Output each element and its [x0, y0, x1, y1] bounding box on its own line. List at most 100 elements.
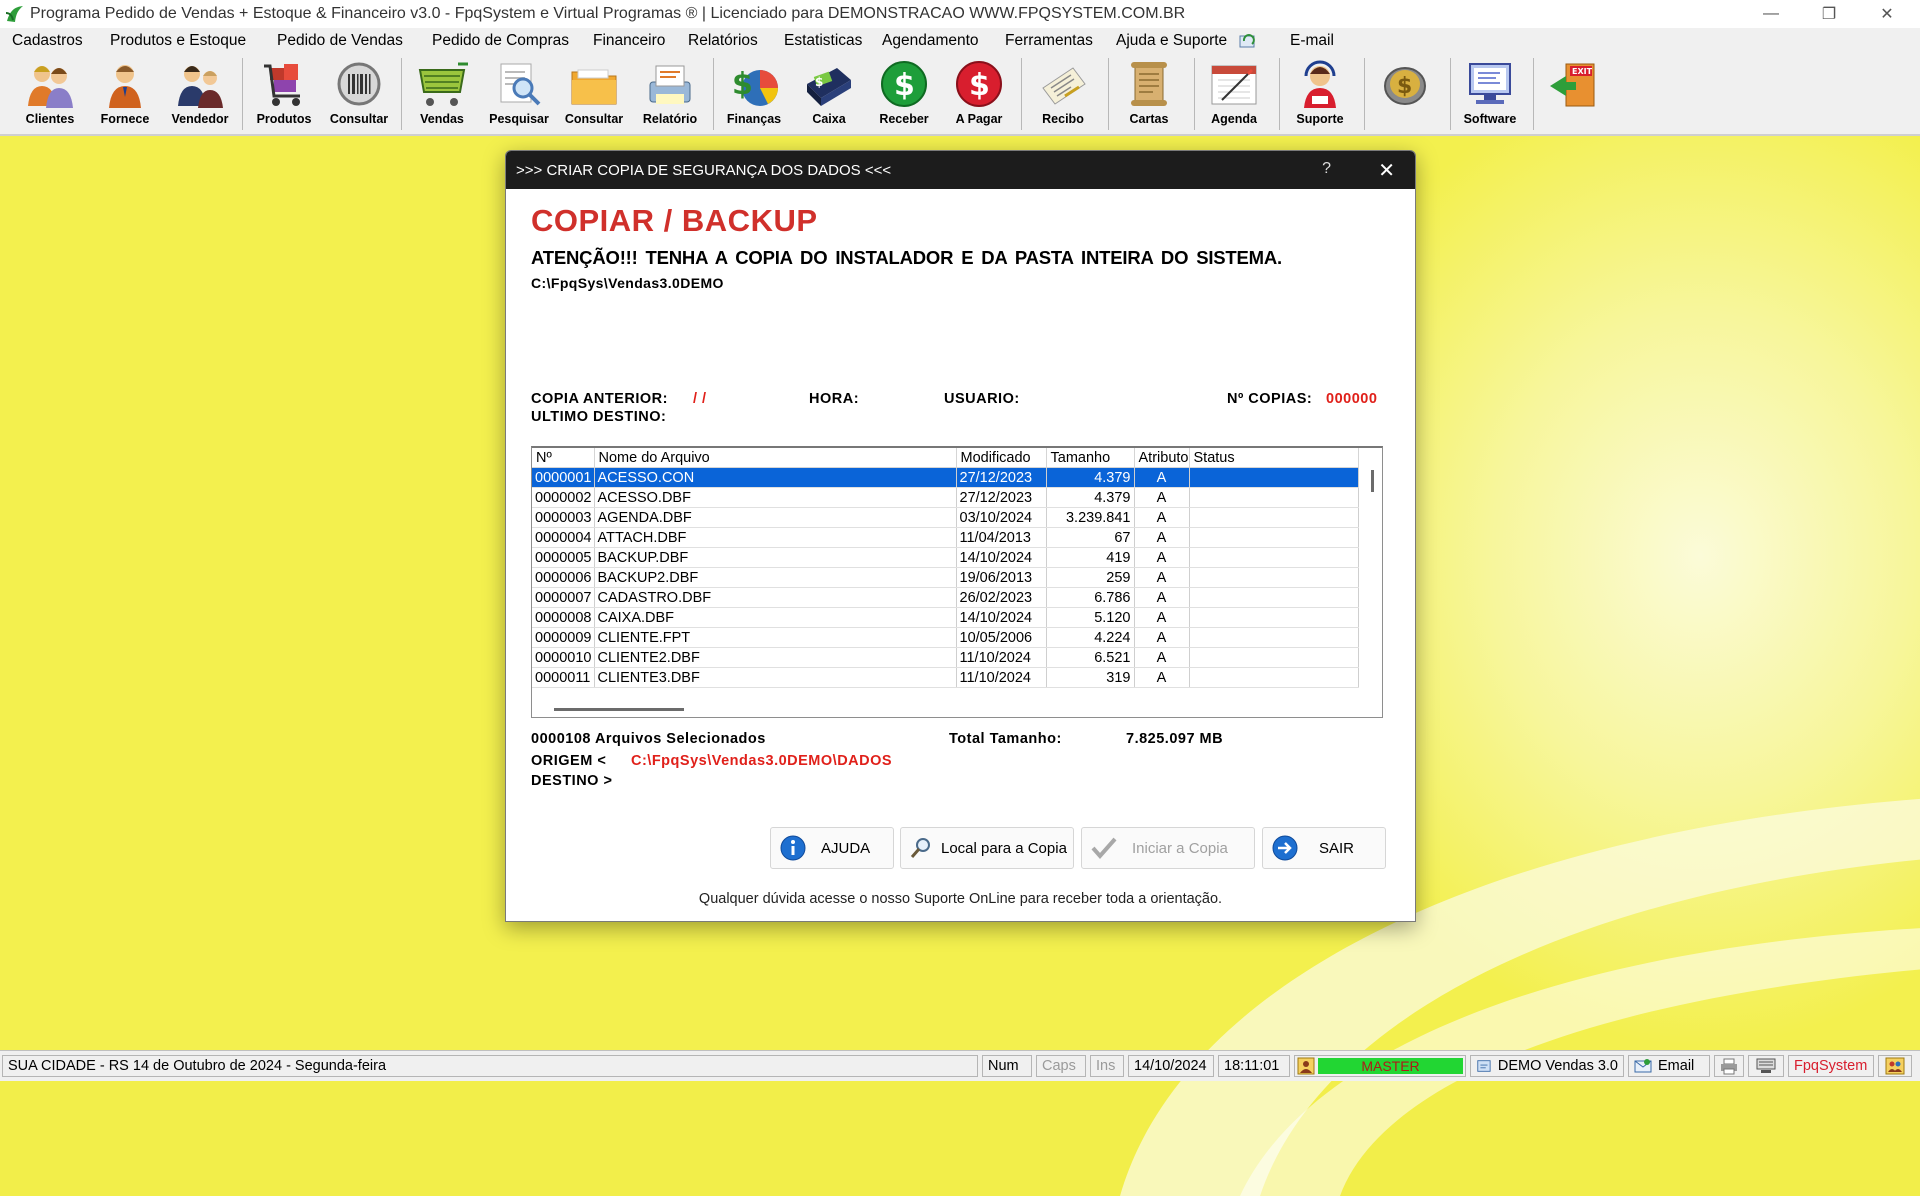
toolbar-pesquisar-button[interactable]: Pesquisar — [481, 58, 557, 132]
toolbar-vendas-button[interactable]: Vendas — [404, 58, 480, 132]
column-header-nome[interactable]: Nome do Arquivo — [594, 448, 957, 468]
vertical-scrollbar-thumb[interactable] — [1371, 470, 1374, 492]
toolbar-a-pagar-button[interactable]: $ A Pagar — [941, 58, 1017, 132]
menu-relatorios[interactable]: Relatórios — [688, 32, 758, 50]
toolbar-consultar-pasta-button[interactable]: Consultar — [556, 58, 632, 132]
toolbar-financas-button[interactable]: $ Finanças — [716, 58, 792, 132]
horizontal-scrollbar-thumb[interactable] — [554, 708, 684, 711]
status-brand: FpqSystem — [1788, 1055, 1874, 1077]
toolbar-separator — [1533, 58, 1534, 130]
toolbar-exit-button[interactable]: EXIT — [1536, 58, 1612, 132]
local-copia-button[interactable]: Local para a Copia — [900, 827, 1074, 869]
toolbar-label: Cartas — [1129, 112, 1169, 126]
menu-ajuda-suporte[interactable]: Ajuda e Suporte — [1116, 32, 1227, 50]
menu-ferramentas[interactable]: Ferramentas — [1005, 32, 1093, 50]
table-row[interactable]: 0000003 AGENDA.DBF 03/10/2024 3.239.841 A — [532, 507, 1359, 528]
cell-modificado: 14/10/2024 — [956, 547, 1047, 568]
restore-button[interactable]: ❐ — [1800, 0, 1858, 28]
toolbar-label: Recibo — [1042, 112, 1084, 126]
column-header-status[interactable]: Status — [1189, 448, 1359, 468]
menu-email[interactable]: E-mail — [1290, 32, 1334, 50]
cell-numero: 0000008 — [532, 607, 595, 628]
cell-atributo: A — [1134, 627, 1190, 648]
status-email-button[interactable]: Email — [1628, 1055, 1710, 1077]
cell-tamanho: 6.521 — [1046, 647, 1135, 668]
arquivos-selecionados: 0000108 Arquivos Selecionados — [531, 731, 766, 747]
table-row[interactable]: 0000007 CADASTRO.DBF 26/02/2023 6.786 A — [532, 587, 1359, 608]
toolbar-recibo-button[interactable]: Recibo — [1025, 58, 1101, 132]
menu-pedido-vendas[interactable]: Pedido de Vendas — [277, 32, 403, 50]
status-print-button[interactable] — [1714, 1055, 1744, 1077]
cell-nome-arquivo: BACKUP2.DBF — [594, 567, 957, 588]
ajuda-button[interactable]: AJUDA — [770, 827, 894, 869]
file-table-body: 0000001 ACESSO.CON 27/12/2023 4.379 A 0000002… — [532, 467, 1359, 688]
dialog-heading: COPIAR / BACKUP — [531, 203, 818, 238]
table-row[interactable]: 0000002 ACESSO.DBF 27/12/2023 4.379 A — [532, 487, 1359, 508]
table-row[interactable]: 0000006 BACKUP2.DBF 19/06/2013 259 A — [532, 567, 1359, 588]
table-row[interactable]: 0000001 ACESSO.CON 27/12/2023 4.379 A — [532, 467, 1359, 488]
toolbar-licenca-button[interactable]: $ — [1367, 58, 1443, 132]
cell-atributo: A — [1134, 527, 1190, 548]
cell-nome-arquivo: CLIENTE2.DBF — [594, 647, 957, 668]
menu-financeiro[interactable]: Financeiro — [593, 32, 665, 50]
program-icon — [1477, 1060, 1491, 1072]
menu-cadastros[interactable]: Cadastros — [12, 32, 83, 50]
cell-status — [1189, 647, 1359, 668]
toolbar-receber-button[interactable]: $ Receber — [866, 58, 942, 132]
toolbar-caixa-button[interactable]: $ Caixa — [791, 58, 867, 132]
toolbar-separator — [1279, 58, 1280, 130]
table-row[interactable]: 0000011 CLIENTE3.DBF 11/10/2024 319 A — [532, 667, 1359, 688]
table-row[interactable]: 0000005 BACKUP.DBF 14/10/2024 419 A — [532, 547, 1359, 568]
keyboard-icon — [1756, 1058, 1776, 1073]
table-row[interactable]: 0000008 CAIXA.DBF 14/10/2024 5.120 A — [532, 607, 1359, 628]
column-header-atributo[interactable]: Atributo — [1134, 448, 1190, 468]
cell-atributo: A — [1134, 547, 1190, 568]
cell-nome-arquivo: ACESSO.CON — [594, 467, 957, 488]
dialog-close-button[interactable]: ✕ — [1378, 158, 1395, 183]
table-row[interactable]: 0000009 CLIENTE.FPT 10/05/2006 4.224 A — [532, 627, 1359, 648]
toolbar-cartas-button[interactable]: Cartas — [1111, 58, 1187, 132]
iniciar-copia-button[interactable]: Iniciar a Copia — [1081, 827, 1255, 869]
menu-produtos-estoque[interactable]: Produtos e Estoque — [110, 32, 246, 50]
toolbar-suporte-button[interactable]: Suporte — [1282, 58, 1358, 132]
toolbar-software-button[interactable]: Software — [1452, 58, 1528, 132]
toolbar-label: Software — [1463, 112, 1517, 126]
sair-button[interactable]: SAIR — [1262, 827, 1386, 869]
toolbar-consultar-button[interactable]: Consultar — [321, 58, 397, 132]
status-version-panel: DEMO Vendas 3.0 — [1470, 1055, 1624, 1077]
toolbar-clientes-button[interactable]: Clientes — [12, 58, 88, 132]
table-row[interactable]: 0000004 ATTACH.DBF 11/04/2013 67 A — [532, 527, 1359, 548]
column-header-tamanho[interactable]: Tamanho — [1046, 448, 1135, 468]
menu-estatisticas[interactable]: Estatisticas — [784, 32, 862, 50]
table-row[interactable]: 0000010 CLIENTE2.DBF 11/10/2024 6.521 A — [532, 647, 1359, 668]
table-header-row: Nº Nome do Arquivo Modificado Tamanho At… — [532, 448, 1359, 468]
status-calculator-button[interactable] — [1748, 1055, 1784, 1077]
toolbar-relatorio-button[interactable]: Relatório — [632, 58, 708, 132]
update-icon[interactable] — [1238, 31, 1258, 51]
toolbar-vendedor-button[interactable]: Vendedor — [162, 58, 238, 132]
menu-pedido-compras[interactable]: Pedido de Compras — [432, 32, 569, 50]
status-users-button[interactable] — [1878, 1055, 1912, 1077]
cell-nome-arquivo: CLIENTE.FPT — [594, 627, 957, 648]
cell-nome-arquivo: BACKUP.DBF — [594, 547, 957, 568]
cell-status — [1189, 467, 1359, 488]
window-close-button[interactable]: ✕ — [1858, 0, 1916, 28]
column-header-numero[interactable]: Nº — [532, 448, 595, 468]
search-doc-icon — [500, 63, 541, 106]
file-table[interactable]: Nº Nome do Arquivo Modificado Tamanho At… — [531, 446, 1383, 718]
toolbar-label: Caixa — [812, 112, 846, 126]
cell-status — [1189, 667, 1359, 688]
supplier-icon — [109, 65, 141, 108]
menu-agendamento[interactable]: Agendamento — [882, 32, 979, 50]
checkmark-icon — [1091, 837, 1117, 860]
cell-nome-arquivo: AGENDA.DBF — [594, 507, 957, 528]
info-icon — [780, 835, 806, 861]
toolbar-produtos-button[interactable]: Produtos — [246, 58, 322, 132]
column-header-modificado[interactable]: Modificado — [956, 448, 1047, 468]
minimize-button[interactable]: — — [1742, 0, 1800, 28]
dialog-help-button[interactable]: ? — [1322, 160, 1331, 178]
toolbar-separator — [713, 58, 714, 130]
toolbar-separator — [242, 58, 243, 130]
toolbar-fornece-button[interactable]: Fornece — [87, 58, 163, 132]
toolbar-agenda-button[interactable]: Agenda — [1196, 58, 1272, 132]
